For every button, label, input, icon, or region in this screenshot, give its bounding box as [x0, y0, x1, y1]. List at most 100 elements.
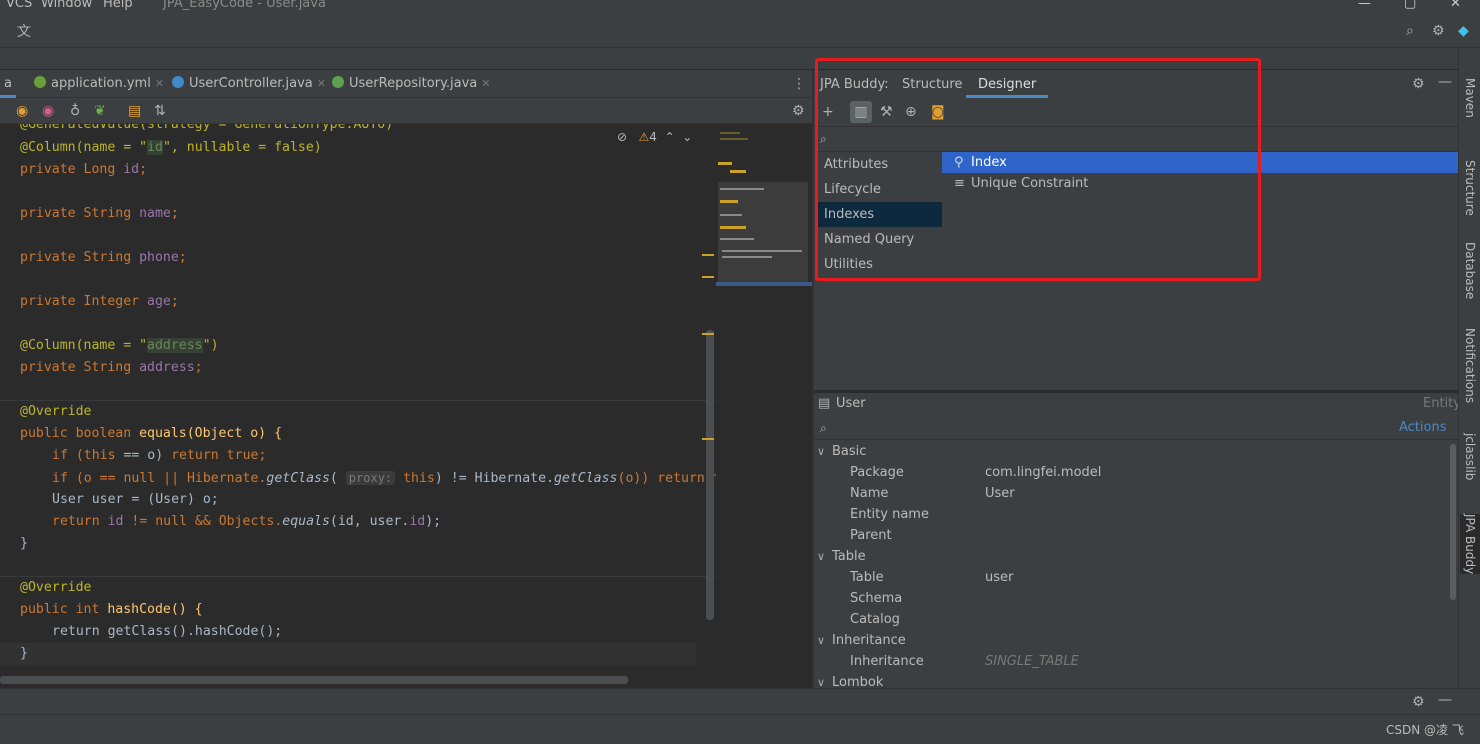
group-inheritance[interactable]: ∨ Inheritance: [814, 630, 1448, 651]
property-row[interactable]: Parent: [814, 525, 1448, 546]
search-icon: ⌕: [820, 421, 827, 435]
restore-icon[interactable]: ▢: [1404, 0, 1416, 11]
next-warning-icon[interactable]: ⌄: [682, 130, 692, 144]
tab-application-yml[interactable]: application.yml ✕: [34, 70, 164, 98]
close-tab-icon[interactable]: ✕: [481, 77, 490, 90]
inspector-search-bar[interactable]: ⌕ Actions ⌄: [814, 416, 1458, 450]
method-separator: [0, 400, 716, 401]
warning-marker[interactable]: [702, 333, 714, 335]
code-editor[interactable]: ⊘ ⚠4 ⌃ ⌄ @GeneratedValue(strategy = Gene…: [0, 124, 716, 686]
bottom-panel-bar: ⚙ —: [0, 688, 1480, 714]
tab-label: application.yml: [51, 76, 151, 91]
code-line: @Override: [20, 580, 92, 595]
editor-vertical-scrollbar[interactable]: [706, 330, 714, 620]
menu-bar: VCS Window Help JPA_EasyCode - User.java…: [0, 0, 1480, 14]
warning-marker[interactable]: [702, 276, 714, 278]
property-row[interactable]: Package com.lingfei.model: [814, 462, 1448, 483]
leaf-icon[interactable]: ❦: [94, 103, 106, 119]
translate-icon[interactable]: 文: [17, 24, 31, 40]
code-line: User user = (User) o;: [52, 492, 219, 507]
property-row[interactable]: Inheritance SINGLE_TABLE: [814, 651, 1448, 672]
warning-marker[interactable]: [702, 254, 714, 256]
settings-icon[interactable]: ⚙: [1412, 76, 1425, 92]
group-table[interactable]: ∨ Table: [814, 546, 1448, 567]
inspector-header: ▤ User Entity: [814, 392, 1461, 416]
entity-type: Entity: [1423, 396, 1461, 411]
current-code-line: }: [0, 643, 696, 665]
code-line: if (this == o) return true;: [52, 448, 267, 463]
property-row[interactable]: Table user: [814, 567, 1448, 588]
close-tab-icon[interactable]: ✕: [155, 77, 164, 90]
highlight-annotation: [815, 58, 1261, 281]
group-basic[interactable]: ∨ Basic: [814, 441, 1448, 462]
gear-icon[interactable]: ⚙: [1432, 23, 1445, 39]
chevron-down-icon[interactable]: ∨: [817, 672, 825, 688]
right-tool-bar: Maven Structure Database Notifications j…: [1458, 48, 1480, 688]
inspection-widget[interactable]: ⊘ ⚠4 ⌃ ⌄: [617, 130, 692, 144]
inspector-scrollbar[interactable]: [1450, 444, 1456, 600]
close-window-icon[interactable]: ✕: [1450, 0, 1461, 11]
tab-usercontroller-java[interactable]: UserController.java ✕: [172, 70, 326, 98]
tab-userrepository-java[interactable]: UserRepository.java ✕: [332, 70, 491, 98]
code-line: if (o == null || Hibernate.getClass( pro…: [52, 471, 716, 486]
close-tab-icon[interactable]: ✕: [317, 77, 326, 90]
tool-structure[interactable]: Structure: [1460, 160, 1480, 216]
actions-label: Actions: [1399, 420, 1447, 435]
code-line: @Column(name = "id", nullable = false): [20, 140, 322, 155]
method-icon[interactable]: ◉: [42, 103, 54, 119]
property-row[interactable]: Name User: [814, 483, 1448, 504]
warning-marker[interactable]: [702, 438, 714, 440]
prev-warning-icon[interactable]: ⌃: [665, 130, 675, 144]
chevron-down-icon[interactable]: ∨: [817, 441, 825, 462]
search-icon[interactable]: ⌕: [1406, 23, 1414, 39]
tab-label: UserController.java: [189, 76, 313, 91]
chevron-down-icon[interactable]: ∨: [817, 546, 825, 567]
code-line: return getClass().hashCode();: [52, 624, 283, 639]
class-icon: [172, 76, 184, 88]
code-line: private String name;: [20, 206, 179, 221]
settings-icon[interactable]: ⚙: [1412, 694, 1425, 710]
editor-tabs: a application.yml ✕ UserController.java ✕ …: [0, 70, 812, 98]
sort-icon[interactable]: ⇅: [154, 103, 166, 119]
settings-icon[interactable]: ⚙: [792, 103, 805, 119]
hide-panel-icon[interactable]: —: [1438, 74, 1452, 90]
property-row[interactable]: Schema: [814, 588, 1448, 609]
menu-window[interactable]: Window: [41, 0, 92, 11]
tool-notifications[interactable]: Notifications: [1460, 328, 1480, 403]
code-line: private Integer age;: [20, 294, 179, 309]
entity-name: User: [836, 396, 866, 411]
menu-vcs[interactable]: VCS: [6, 0, 32, 11]
warning-icon: ⚠: [638, 130, 650, 144]
code-line: }: [20, 536, 28, 551]
property-row[interactable]: Catalog: [814, 609, 1448, 630]
menu-help[interactable]: Help: [103, 0, 133, 11]
tool-database[interactable]: Database: [1460, 242, 1480, 299]
tool-jpa-buddy[interactable]: JPA Buddy: [1460, 514, 1480, 575]
property-row[interactable]: Entity name: [814, 504, 1448, 525]
code-line: @GeneratedValue(strategy = GenerationTyp…: [20, 124, 394, 132]
code-minimap[interactable]: [716, 124, 812, 686]
code-line: private Long id;: [20, 162, 148, 177]
code-line: public int hashCode() {: [20, 602, 203, 617]
bulb-icon[interactable]: ♁: [70, 103, 80, 119]
code-line: private String address;: [20, 360, 203, 375]
database-icon[interactable]: ▤: [128, 103, 141, 119]
chevron-down-icon[interactable]: ∨: [817, 630, 825, 651]
jpa-entity-icon[interactable]: ◉: [16, 103, 28, 119]
tab-user-java[interactable]: a: [0, 70, 16, 98]
code-line: private String phone;: [20, 250, 187, 265]
editor-toolbar: ◉ ◉ ♁ ❦ ▤ ⇅ ⚙: [0, 98, 812, 124]
code-line: public boolean equals(Object o) {: [20, 426, 283, 441]
warning-count: 4: [649, 130, 657, 144]
minimize-icon[interactable]: —: [1358, 0, 1371, 11]
group-lombok[interactable]: ∨ Lombok: [814, 672, 1448, 688]
tool-maven[interactable]: Maven: [1460, 78, 1480, 118]
window-title: JPA_EasyCode - User.java: [163, 0, 326, 11]
more-tabs-icon[interactable]: ⋮: [792, 76, 806, 92]
editor-horizontal-scrollbar[interactable]: [0, 676, 628, 684]
plugin-logo-icon[interactable]: ◆: [1458, 23, 1469, 39]
hide-panel-icon[interactable]: —: [1438, 692, 1452, 708]
method-separator: [0, 576, 716, 577]
tool-jclasslib[interactable]: jclasslib: [1460, 433, 1480, 480]
eye-off-icon[interactable]: ⊘: [617, 130, 627, 144]
